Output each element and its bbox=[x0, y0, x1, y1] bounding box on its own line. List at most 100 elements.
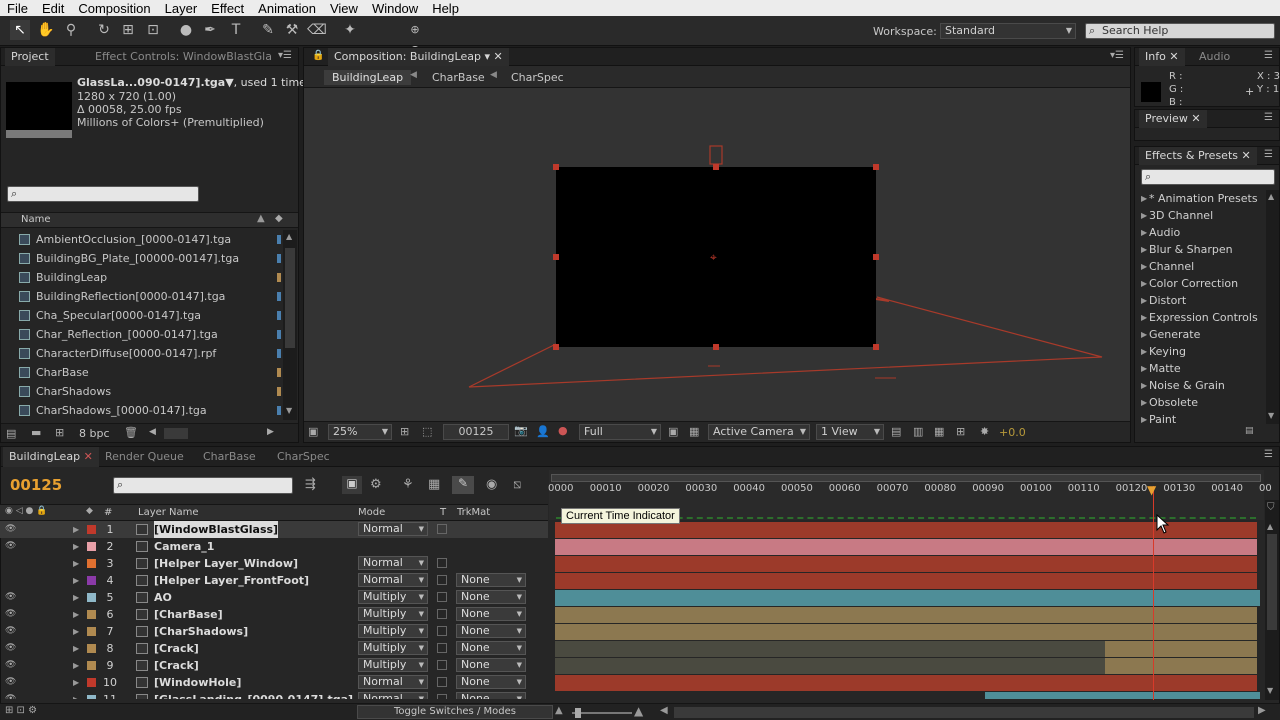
layer-row[interactable]: 👁 ▶ 6 [CharBase] Multiply None bbox=[0, 606, 548, 623]
camera-view-dropdown[interactable]: Active Camera bbox=[708, 424, 810, 440]
blend-mode-dropdown[interactable]: Normal bbox=[358, 573, 428, 587]
exposure-value[interactable]: +0.0 bbox=[999, 426, 1026, 439]
twirl-down-icon[interactable]: ▶ bbox=[73, 572, 79, 589]
tab-audio[interactable]: Audio bbox=[1193, 48, 1236, 66]
search-help-input[interactable]: ⌕ Search Help bbox=[1085, 23, 1275, 39]
layer-row[interactable]: 👁 ▶ 5 AO Multiply None bbox=[0, 589, 548, 606]
region-of-interest-icon[interactable]: ⬚ bbox=[422, 425, 432, 438]
layer-duration-bar[interactable] bbox=[555, 658, 1257, 674]
hide-shy-layers-icon[interactable]: ⚙ bbox=[370, 477, 382, 492]
column-number-header[interactable]: # bbox=[104, 507, 112, 518]
fit-icon[interactable]: ⊞ bbox=[400, 425, 409, 438]
menu-effect[interactable]: Effect bbox=[204, 1, 251, 16]
layer-duration-bar[interactable] bbox=[555, 675, 1257, 691]
label-column-icon[interactable]: ◆ bbox=[86, 506, 93, 516]
zoom-dropdown[interactable]: 25% bbox=[328, 424, 392, 440]
layer-duration-bar[interactable] bbox=[555, 590, 1260, 606]
clone-stamp-tool-icon[interactable]: ⚒ bbox=[282, 20, 302, 40]
list-item[interactable]: AmbientOcclusion_[0000-0147].tga bbox=[1, 230, 282, 249]
brainstorm-icon[interactable]: ✎ bbox=[452, 476, 474, 494]
rotation-tool-icon[interactable]: ↻ bbox=[94, 20, 114, 40]
zoom-in-icon[interactable]: ⛉ bbox=[1267, 502, 1275, 513]
camera-tool-icon[interactable]: ⊞ bbox=[118, 20, 138, 40]
effect-category[interactable]: ▶ Expression Controls bbox=[1135, 309, 1265, 326]
new-composition-icon[interactable]: ⊞ bbox=[55, 426, 64, 439]
flowchart-icon[interactable]: ⊞ bbox=[956, 425, 965, 438]
ellipse-tool-icon[interactable]: ● bbox=[176, 20, 196, 40]
list-item[interactable]: BuildingReflection[0000-0147].tga bbox=[1, 287, 282, 306]
preserve-transparency-checkbox[interactable] bbox=[437, 609, 447, 619]
blend-mode-dropdown[interactable]: Multiply bbox=[358, 641, 428, 655]
tab-render-queue[interactable]: Render Queue bbox=[99, 447, 190, 467]
preserve-transparency-checkbox[interactable] bbox=[437, 643, 447, 653]
expand-triangle-icon[interactable]: ▶ bbox=[1141, 224, 1147, 241]
scroll-left-icon[interactable]: ◀ bbox=[149, 427, 156, 437]
panel-menu-icon[interactable]: ▾☰ bbox=[278, 50, 292, 61]
menu-view[interactable]: View bbox=[323, 1, 365, 16]
layer-handle[interactable] bbox=[553, 254, 559, 260]
twirl-down-icon[interactable]: ▶ bbox=[73, 538, 79, 555]
track-matte-dropdown[interactable]: None bbox=[456, 607, 526, 621]
layer-name[interactable]: AO bbox=[154, 589, 172, 606]
tab-project[interactable]: Project bbox=[5, 48, 55, 66]
list-item[interactable]: BuildingBG_Plate_[00000-00147].tga bbox=[1, 249, 282, 268]
eye-icon[interactable]: 👁 bbox=[5, 674, 16, 691]
menu-file[interactable]: File bbox=[0, 1, 35, 16]
blend-mode-dropdown[interactable]: Multiply bbox=[358, 590, 428, 604]
layer-duration-bar[interactable] bbox=[555, 556, 1257, 572]
expand-triangle-icon[interactable]: ▶ bbox=[1141, 292, 1147, 309]
scroll-down-icon[interactable]: ▼ bbox=[1267, 686, 1273, 695]
preserve-transparency-checkbox[interactable] bbox=[437, 558, 447, 568]
menu-layer[interactable]: Layer bbox=[158, 1, 205, 16]
work-area-bar[interactable] bbox=[551, 474, 1261, 482]
track-matte-dropdown[interactable]: None bbox=[456, 624, 526, 638]
layer-handle[interactable] bbox=[873, 254, 879, 260]
expand-triangle-icon[interactable]: ▶ bbox=[1141, 309, 1147, 326]
panel-menu-icon[interactable]: ☰ bbox=[1264, 449, 1273, 460]
effect-category[interactable]: ▶ Blur & Sharpen bbox=[1135, 241, 1265, 258]
menu-edit[interactable]: Edit bbox=[35, 1, 71, 16]
project-search-input[interactable]: ⌕ bbox=[7, 186, 199, 202]
tab-composition[interactable]: Composition: BuildingLeap ▾ ✕ bbox=[328, 48, 509, 66]
blend-mode-dropdown[interactable]: Normal bbox=[358, 692, 428, 699]
zoom-in-time-icon[interactable]: ▲ bbox=[634, 704, 643, 718]
label-color-swatch[interactable] bbox=[87, 525, 96, 534]
twirl-down-icon[interactable]: ▶ bbox=[73, 521, 79, 538]
zoom-tool-icon[interactable]: ⚲ bbox=[61, 20, 81, 40]
hand-tool-icon[interactable]: ✋ bbox=[36, 20, 56, 40]
toggle-pixel-aspect-icon[interactable]: ▤ bbox=[891, 425, 901, 438]
interpret-footage-icon[interactable]: ▤ bbox=[6, 427, 16, 440]
list-item[interactable]: CharShadows_[0000-0147].tga bbox=[1, 401, 282, 420]
breadcrumb-charspec[interactable]: CharSpec bbox=[511, 71, 564, 84]
transparency-grid-icon[interactable]: ▦ bbox=[689, 425, 699, 438]
layer-name[interactable]: [Helper Layer_Window] bbox=[154, 555, 298, 572]
preserve-transparency-checkbox[interactable] bbox=[437, 592, 447, 602]
timeline-icon[interactable]: ▦ bbox=[934, 425, 944, 438]
track-matte-dropdown[interactable]: None bbox=[456, 641, 526, 655]
list-item[interactable]: CharBase bbox=[1, 363, 282, 382]
twirl-down-icon[interactable]: ▶ bbox=[73, 674, 79, 691]
layer-handle[interactable] bbox=[873, 344, 879, 350]
layer-duration-bar[interactable] bbox=[555, 607, 1257, 623]
timeline-scrollbar[interactable]: ⛉ ▲ ▼ bbox=[1265, 500, 1279, 700]
menu-window[interactable]: Window bbox=[365, 1, 425, 16]
layer-row[interactable]: 👁 ▶ 2 Camera_1 bbox=[0, 538, 548, 555]
effect-category[interactable]: ▶ Audio bbox=[1135, 224, 1265, 241]
eye-icon[interactable]: 👁 bbox=[5, 521, 16, 538]
scroll-up-icon[interactable]: ▲ bbox=[286, 232, 292, 241]
brush-tool-icon[interactable]: ✎ bbox=[258, 20, 278, 40]
fast-preview-icon[interactable]: ▥ bbox=[913, 425, 923, 438]
resolution-dropdown[interactable]: Full bbox=[579, 424, 661, 440]
layer-handle[interactable] bbox=[873, 164, 879, 170]
breadcrumb-charbase[interactable]: CharBase bbox=[432, 71, 485, 84]
layer-duration-bar[interactable] bbox=[555, 522, 1257, 538]
snapshot-icon[interactable]: 📷 bbox=[514, 424, 528, 437]
fast-previews-icon[interactable]: ▣ bbox=[668, 425, 678, 438]
frame-blending-icon[interactable]: ⚘ bbox=[402, 477, 414, 492]
pen-tool-icon[interactable]: ✒ bbox=[200, 20, 220, 40]
label-color-swatch[interactable] bbox=[87, 576, 96, 585]
layer-row[interactable]: 👁 ▶ 10 [WindowHole] Normal None bbox=[0, 674, 548, 691]
layer-search-input[interactable]: ⌕ bbox=[113, 477, 293, 494]
layer-row[interactable]: 👁 ▶ 1 [WindowBlastGlass] Normal bbox=[0, 521, 548, 538]
menu-animation[interactable]: Animation bbox=[251, 1, 323, 16]
